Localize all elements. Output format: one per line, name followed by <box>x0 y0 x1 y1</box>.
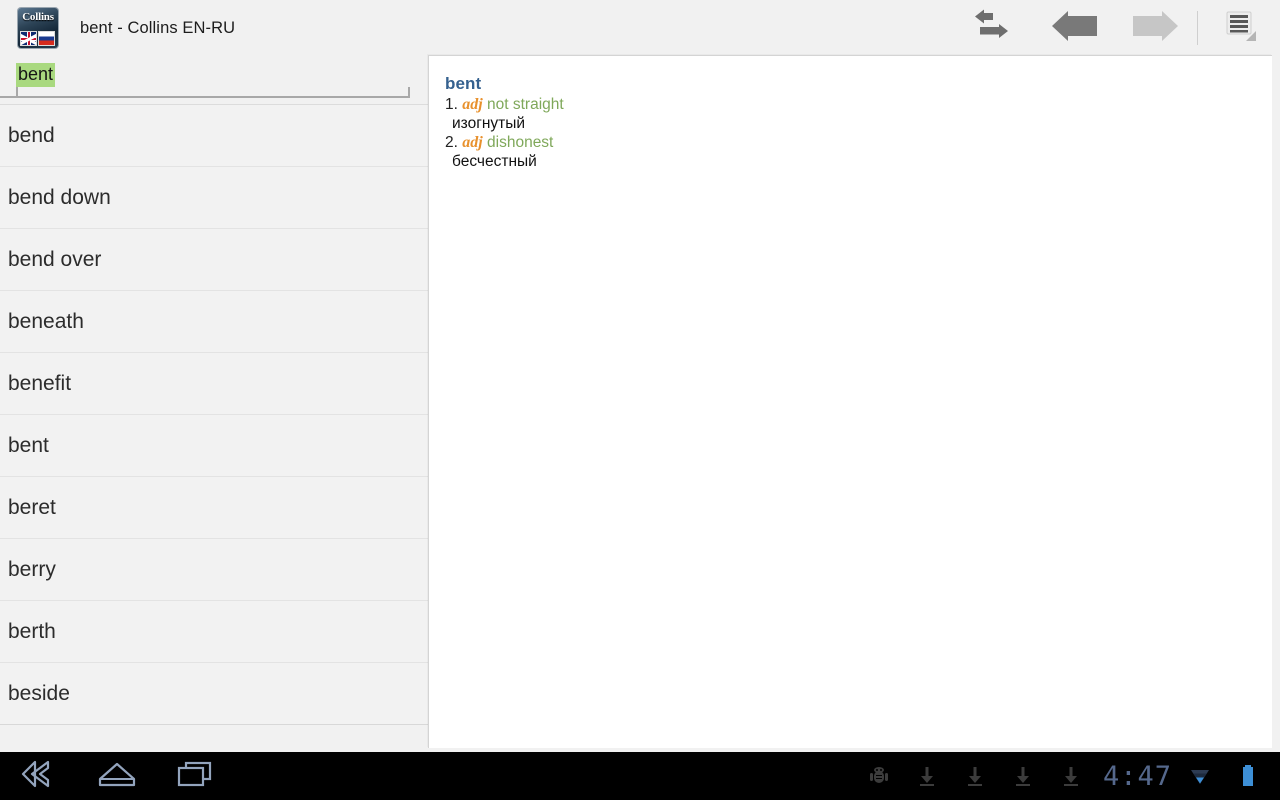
word-label: benefit <box>8 371 72 395</box>
action-bar-buttons <box>955 0 1280 56</box>
flags-group <box>20 31 56 46</box>
android-system-bar: 4:47 <box>0 752 1280 800</box>
download-icon-4 <box>1047 752 1095 800</box>
forward-button[interactable] <box>1115 0 1195 56</box>
arrow-left-icon <box>1049 10 1101 46</box>
sense-entry: 1. adj not straight <box>445 95 1272 114</box>
swap-arrows-icon <box>973 9 1017 48</box>
definition-content: bent 1. adj not straight изогнутый 2. ad… <box>429 56 1272 171</box>
home-icon <box>96 759 138 794</box>
wifi-triangle-icon <box>1176 752 1224 800</box>
overflow-menu-button[interactable] <box>1200 0 1280 56</box>
sense-number: 1. <box>445 96 458 113</box>
recents-icon <box>174 759 216 794</box>
definition-panel: bent 1. adj not straight изогнутый 2. ad… <box>428 55 1272 748</box>
russia-flag-icon <box>38 31 55 46</box>
search-underline-right <box>408 87 410 96</box>
android-back-button[interactable] <box>0 752 78 800</box>
swap-languages-button[interactable] <box>955 0 1035 56</box>
list-item[interactable]: bend <box>0 104 428 167</box>
word-label: bend over <box>8 247 102 271</box>
part-of-speech: adj <box>462 96 483 113</box>
part-of-speech: adj <box>462 134 483 151</box>
list-item[interactable]: beneath <box>0 290 428 353</box>
list-item[interactable]: berth <box>0 600 428 663</box>
action-bar: Collins bent - Collins EN-RU <box>0 0 1280 56</box>
definition-headword: bent <box>445 74 482 93</box>
list-item[interactable]: bent <box>0 414 428 477</box>
download-icon-2 <box>951 752 999 800</box>
word-label: beneath <box>8 309 84 333</box>
sense-number: 2. <box>445 134 458 151</box>
download-icon-3 <box>999 752 1047 800</box>
list-item[interactable]: beret <box>0 476 428 539</box>
sense-translation: бесчестный <box>452 153 537 170</box>
word-list-pane: bent bend bend down bend over beneath be… <box>0 56 428 752</box>
word-label: bend <box>8 123 55 147</box>
android-debug-icon <box>855 752 903 800</box>
battery-full-icon <box>1224 752 1272 800</box>
uk-flag-icon <box>20 31 37 46</box>
list-item[interactable]: bend over <box>0 228 428 291</box>
sense-translation: изогнутый <box>452 115 526 132</box>
sense-entry: 2. adj dishonest <box>445 133 1272 152</box>
back-button[interactable] <box>1035 0 1115 56</box>
word-label: berry <box>8 557 56 581</box>
toolbar-divider <box>1197 11 1198 45</box>
android-nav-buttons <box>0 752 234 800</box>
app-window: Collins bent - Collins EN-RU bent bend b… <box>0 0 1280 752</box>
android-home-button[interactable] <box>78 752 156 800</box>
app-icon-label: Collins <box>22 11 54 23</box>
word-label: bent <box>8 433 49 457</box>
sense-gloss: not straight <box>487 96 564 113</box>
collins-dictionary-icon: Collins <box>18 8 58 48</box>
word-label: bend down <box>8 185 111 209</box>
word-label: beside <box>8 681 70 705</box>
list-item[interactable]: benefit <box>0 352 428 415</box>
status-clock: 4:47 <box>1102 760 1172 792</box>
search-underline-left <box>16 87 18 96</box>
list-item[interactable]: bend down <box>0 166 428 229</box>
menu-list-icon <box>1220 8 1260 49</box>
android-recents-button[interactable] <box>156 752 234 800</box>
list-item[interactable]: berry <box>0 538 428 601</box>
android-status-icons: 4:47 <box>855 752 1272 800</box>
download-icon-1 <box>903 752 951 800</box>
word-list[interactable]: bend bend down bend over beneath benefit… <box>0 104 428 752</box>
list-item[interactable]: beside <box>0 662 428 725</box>
search-field[interactable]: bent <box>0 56 410 98</box>
back-chevron-icon <box>18 759 60 794</box>
word-label: berth <box>8 619 56 643</box>
window-title: bent - Collins EN-RU <box>80 18 236 37</box>
arrow-right-icon <box>1129 10 1181 46</box>
word-label: beret <box>8 495 56 519</box>
sense-gloss: dishonest <box>487 134 554 151</box>
search-input[interactable]: bent <box>16 63 56 87</box>
